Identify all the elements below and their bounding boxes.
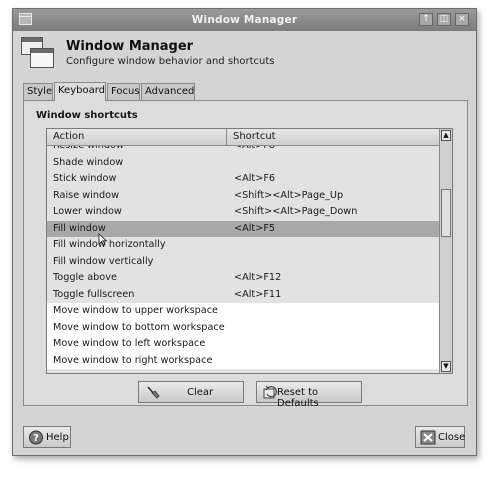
shortcut-cell: <Alt>F11 xyxy=(234,288,282,300)
table-row[interactable]: Toggle fullscreen <Alt>F11 xyxy=(47,287,441,304)
reset-to-defaults-button[interactable]: Reset to Defaults xyxy=(256,381,362,409)
help-button[interactable]: ? Help xyxy=(23,426,71,448)
action-cell: Stick window xyxy=(53,173,117,184)
table-row[interactable]: Raise window <Shift><Alt>Page_Up xyxy=(47,188,441,205)
action-cell: Resize window xyxy=(53,146,124,151)
broom-icon xyxy=(145,385,161,400)
table-row[interactable]: Fill window vertically xyxy=(47,254,441,271)
shortcut-cell: <Alt>F12 xyxy=(234,272,282,283)
scroll-up-icon[interactable]: ▲ xyxy=(441,130,451,141)
action-cell: Toggle above xyxy=(53,272,117,283)
table-row[interactable]: Stick window <Alt>F6 xyxy=(47,171,441,188)
table-row[interactable]: Move window to upper workspace xyxy=(47,303,441,320)
action-cell: Toggle fullscreen xyxy=(53,288,135,300)
window-manager-icon xyxy=(21,37,55,71)
title-bar[interactable]: Window Manager ↑ ◫ × xyxy=(13,9,476,31)
action-cell: Fill window horizontally xyxy=(53,239,166,250)
column-header-action[interactable]: Action xyxy=(47,129,227,146)
dialog-header: Window Manager Configure window behavior… xyxy=(21,37,461,77)
scroll-down-icon[interactable]: ▼ xyxy=(441,361,451,372)
header-subtitle: Configure window behavior and shortcuts xyxy=(66,56,275,67)
close-button-label: Close xyxy=(438,432,466,443)
shortcuts-list[interactable]: Action Shortcut Resize window <Alt>F8 Shad… xyxy=(46,128,453,374)
help-icon: ? xyxy=(28,430,44,445)
shortcut-cell: <Alt>F6 xyxy=(234,173,276,184)
action-cell: Fill window vertically xyxy=(53,255,154,267)
window-title: Window Manager xyxy=(191,14,298,26)
vertical-scrollbar[interactable]: ▲ ▼ xyxy=(439,129,452,373)
action-cell: Fill window xyxy=(53,222,106,234)
action-cell: Shade window xyxy=(53,156,124,168)
column-header-shortcut[interactable]: Shortcut xyxy=(227,129,441,146)
scroll-thumb[interactable] xyxy=(441,189,451,237)
table-row[interactable]: Resize window <Alt>F8 xyxy=(47,146,441,155)
close-icon xyxy=(420,430,436,445)
shortcut-cell: <Shift><Alt>Page_Up xyxy=(234,189,344,201)
table-row[interactable]: Lower window <Shift><Alt>Page_Down xyxy=(47,204,441,221)
table-row[interactable]: Toggle above <Alt>F12 xyxy=(47,270,441,287)
table-row[interactable]: Move window to bottom workspace xyxy=(47,319,441,336)
help-button-label: Help xyxy=(46,432,69,443)
header-title: Window Manager xyxy=(66,39,194,54)
tab-focus[interactable]: Focus xyxy=(107,83,140,100)
tab-advanced[interactable]: Advanced xyxy=(141,83,195,100)
shortcut-cell: <Alt>F8 xyxy=(234,146,275,151)
action-cell: Move window to right workspace xyxy=(53,354,213,366)
table-row[interactable]: Move window to right workspace xyxy=(47,352,441,369)
shortcut-rows: Resize window <Alt>F8 Shade window Stick wi… xyxy=(47,146,441,373)
table-row[interactable]: Shade window xyxy=(47,155,441,172)
clear-button[interactable]: Clear xyxy=(138,381,244,403)
action-cell: Move window to bottom workspace xyxy=(53,321,225,333)
tab-keyboard[interactable]: Keyboard xyxy=(54,82,106,101)
arrow-up-icon[interactable]: ↑ xyxy=(419,13,433,26)
shortcut-cell: <Alt>F5 xyxy=(234,222,276,234)
close-button[interactable]: Close xyxy=(415,426,465,448)
reset-button-label: Reset to Defaults xyxy=(277,387,319,409)
restore-icon[interactable]: ◫ xyxy=(437,13,451,26)
close-window-icon[interactable]: × xyxy=(455,13,469,26)
section-title: Window shortcuts xyxy=(36,110,138,121)
clear-button-label: Clear xyxy=(187,387,214,398)
tab-style[interactable]: Style xyxy=(23,83,53,100)
action-cell: Lower window xyxy=(53,206,122,217)
svg-text:?: ? xyxy=(33,433,39,444)
action-cell: Move window to left workspace xyxy=(53,338,206,349)
table-row[interactable]: Move window to left workspace xyxy=(47,336,441,353)
window-manager-dialog: Window Manager ↑ ◫ × Window Manager Conf… xyxy=(12,8,477,456)
action-cell: Raise window xyxy=(53,189,119,201)
keyboard-panel: Window shortcuts Action Shortcut Resize … xyxy=(23,100,468,409)
action-cell: Move window to upper workspace xyxy=(53,305,219,316)
shortcut-cell: <Shift><Alt>Page_Down xyxy=(234,206,358,217)
